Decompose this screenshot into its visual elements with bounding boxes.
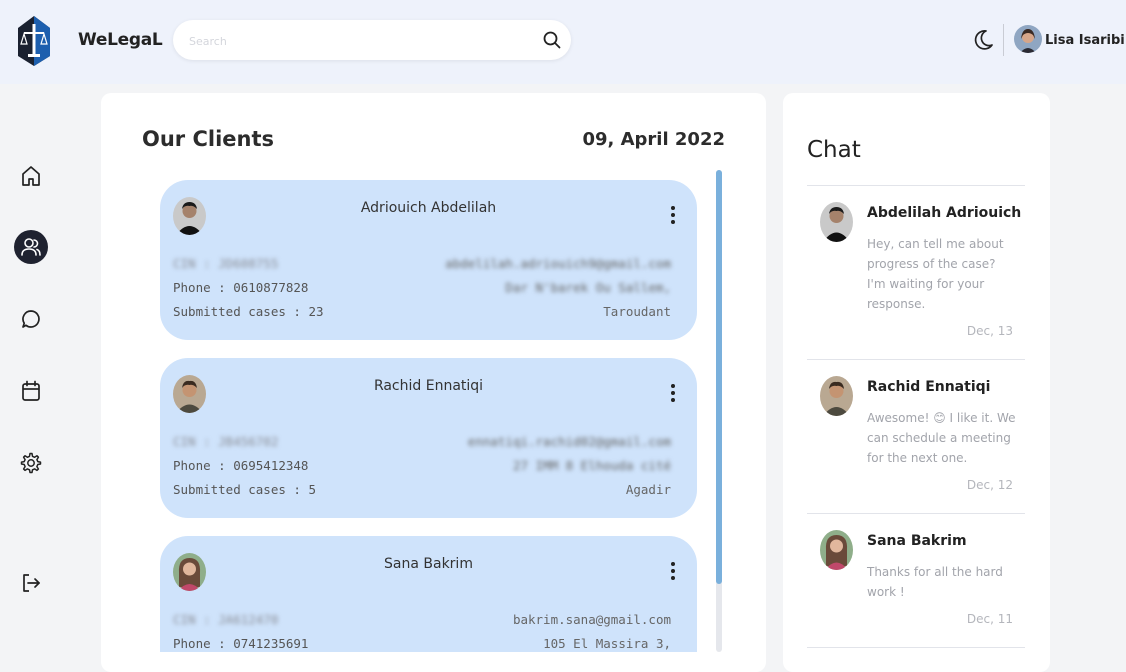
chat-icon: [22, 310, 40, 328]
sidebar-item-clients[interactable]: [14, 230, 48, 264]
page-title: Our Clients: [142, 127, 275, 151]
sidebar-item-chat[interactable]: [14, 302, 48, 336]
sidebar-item-settings[interactable]: [14, 446, 48, 480]
client-phone: Phone : 0741235691: [173, 636, 309, 651]
scrollbar-thumb[interactable]: [716, 170, 722, 584]
sidebar-item-home[interactable]: [14, 159, 48, 193]
dark-mode-moon-icon[interactable]: [974, 29, 994, 51]
divider: [807, 647, 1025, 648]
chat-sender-name: Sana Bakrim: [867, 533, 967, 549]
divider: [807, 185, 1025, 186]
chat-date: Dec, 13: [966, 324, 1013, 338]
client-cin: CIN : JA612470: [173, 612, 279, 627]
header-divider: [1003, 24, 1004, 56]
chat-avatar: [820, 376, 853, 416]
more-options-icon[interactable]: [671, 206, 675, 227]
sidebar-item-logout[interactable]: [14, 566, 48, 600]
chat-item[interactable]: Abdelilah Adriouich Hey, can tell me abo…: [807, 202, 1025, 352]
client-city: Taroudant: [603, 304, 671, 319]
scales-of-justice-logo-icon[interactable]: [16, 14, 52, 68]
client-email: abdelilah.adriouich9@gmail.com: [445, 256, 671, 271]
chat-title: Chat: [807, 137, 861, 163]
client-cin: CIN : JB456702: [173, 434, 279, 449]
chat-panel: Chat Abdelilah Adriouich Hey, can tell m…: [783, 93, 1050, 672]
client-address-line1: Dar N'barek Ou Sallem,: [505, 280, 671, 295]
client-phone: Phone : 0695412348: [173, 458, 309, 473]
chat-date: Dec, 11: [966, 612, 1013, 626]
client-submitted-cases: Submitted cases : 23: [173, 304, 324, 319]
clients-panel: Our Clients 09, April 2022 Adriouich Abd…: [101, 93, 766, 672]
chat-message: Thanks for all the hard work !: [867, 565, 1003, 599]
search-input[interactable]: [187, 30, 531, 52]
client-card[interactable]: Rachid Ennatiqi CIN : JB456702 ennatiqi.…: [160, 358, 697, 518]
current-date: 09, April 2022: [582, 129, 725, 150]
chat-message: Awesome! 😊 I like it. We can schedule a …: [867, 411, 1016, 465]
home-icon: [22, 166, 40, 186]
client-email: ennatiqi.rachid02@gmail.com: [467, 434, 671, 449]
client-submitted-cases: Submitted cases : 5: [173, 482, 316, 497]
divider: [807, 513, 1025, 514]
search-icon[interactable]: [543, 31, 561, 49]
chat-item[interactable]: Rachid Ennatiqi Awesome! 😊 I like it. We…: [807, 376, 1025, 496]
chat-date: Dec, 12: [966, 478, 1013, 492]
client-name: Rachid Ennatiqi: [373, 378, 484, 394]
top-bar: WeLegaL Lisa Isaribi: [0, 0, 1126, 84]
client-card[interactable]: Adriouich Abdelilah CIN : JD608755 abdel…: [160, 180, 697, 340]
client-card[interactable]: Sana Bakrim CIN : JA612470 bakrim.sana@g…: [160, 536, 697, 652]
logout-icon: [23, 574, 40, 592]
chat-avatar: [820, 202, 853, 242]
settings-icon: [20, 452, 42, 474]
sidebar-item-calendar[interactable]: [14, 374, 48, 408]
divider: [807, 359, 1025, 360]
chat-sender-name: Rachid Ennatiqi: [867, 379, 991, 395]
brand-name: WeLegaL: [78, 30, 163, 50]
users-icon: [21, 238, 41, 256]
chat-item[interactable]: Sana Bakrim Thanks for all the hard work…: [807, 530, 1025, 630]
client-city: Agadir: [625, 482, 671, 497]
client-cin: CIN : JD608755: [173, 256, 279, 271]
client-name: Adriouich Abdelilah: [360, 200, 497, 216]
sidebar: [0, 84, 62, 672]
clients-list[interactable]: Adriouich Abdelilah CIN : JD608755 abdel…: [160, 180, 697, 652]
client-phone: Phone : 0610877828: [173, 280, 309, 295]
chat-sender-name: Abdelilah Adriouich: [867, 205, 1022, 221]
client-address-line1: 27 IMM 8 Elhouda cité: [512, 458, 671, 473]
more-options-icon[interactable]: [671, 562, 675, 583]
client-email: bakrim.sana@gmail.com: [512, 612, 671, 627]
more-options-icon[interactable]: [671, 384, 675, 405]
client-address-line1: 105 El Massira 3,: [543, 636, 671, 651]
chat-message: Hey, can tell me about progress of the c…: [867, 237, 1004, 311]
search-bar[interactable]: [173, 20, 571, 60]
chat-avatar: [820, 530, 853, 570]
user-name[interactable]: Lisa Isaribi: [1045, 33, 1125, 48]
client-name: Sana Bakrim: [384, 556, 473, 572]
calendar-icon: [22, 380, 40, 401]
user-avatar[interactable]: [1014, 25, 1042, 53]
